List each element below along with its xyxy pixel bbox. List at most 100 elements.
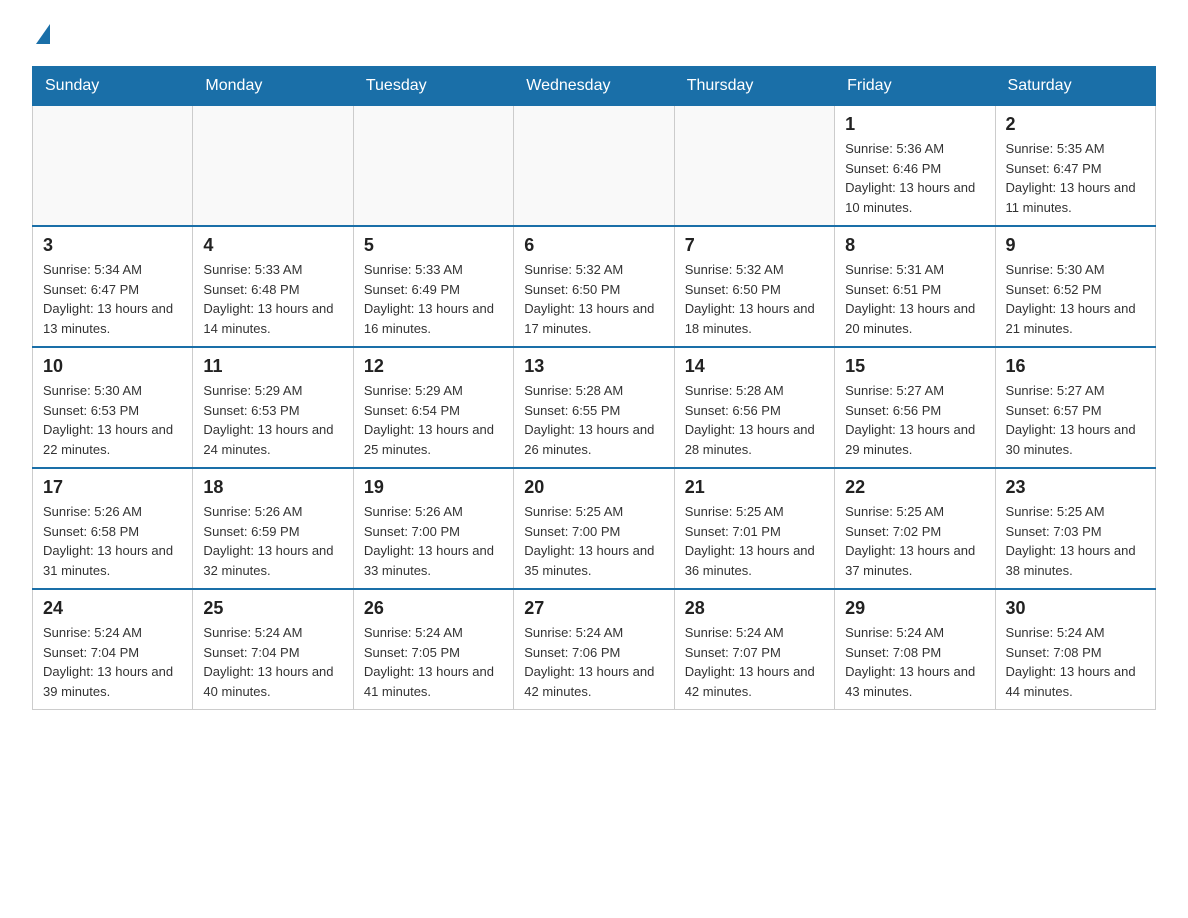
day-number: 14 xyxy=(685,356,824,377)
day-number: 16 xyxy=(1006,356,1145,377)
day-number: 12 xyxy=(364,356,503,377)
day-number: 7 xyxy=(685,235,824,256)
calendar-cell: 27 Sunrise: 5:24 AMSunset: 7:06 PMDayligh… xyxy=(514,589,674,710)
weekday-header-tuesday: Tuesday xyxy=(353,67,513,106)
day-number: 27 xyxy=(524,598,663,619)
day-info: Sunrise: 5:28 AMSunset: 6:56 PMDaylight:… xyxy=(685,381,824,459)
day-info: Sunrise: 5:25 AMSunset: 7:01 PMDaylight:… xyxy=(685,502,824,580)
calendar-cell: 9 Sunrise: 5:30 AMSunset: 6:52 PMDaylight… xyxy=(995,226,1155,347)
day-number: 26 xyxy=(364,598,503,619)
day-number: 9 xyxy=(1006,235,1145,256)
calendar-cell: 28 Sunrise: 5:24 AMSunset: 7:07 PMDayligh… xyxy=(674,589,834,710)
calendar-cell: 16 Sunrise: 5:27 AMSunset: 6:57 PMDayligh… xyxy=(995,347,1155,468)
day-info: Sunrise: 5:33 AMSunset: 6:49 PMDaylight:… xyxy=(364,260,503,338)
calendar-table: SundayMondayTuesdayWednesdayThursdayFrid… xyxy=(32,66,1156,710)
page-header xyxy=(32,24,1156,46)
calendar-cell xyxy=(353,106,513,227)
weekday-header-saturday: Saturday xyxy=(995,67,1155,106)
day-number: 6 xyxy=(524,235,663,256)
calendar-cell: 6 Sunrise: 5:32 AMSunset: 6:50 PMDaylight… xyxy=(514,226,674,347)
calendar-header-row: SundayMondayTuesdayWednesdayThursdayFrid… xyxy=(33,67,1156,106)
day-info: Sunrise: 5:32 AMSunset: 6:50 PMDaylight:… xyxy=(685,260,824,338)
day-info: Sunrise: 5:36 AMSunset: 6:46 PMDaylight:… xyxy=(845,139,984,217)
calendar-cell: 13 Sunrise: 5:28 AMSunset: 6:55 PMDayligh… xyxy=(514,347,674,468)
calendar-cell: 10 Sunrise: 5:30 AMSunset: 6:53 PMDayligh… xyxy=(33,347,193,468)
day-number: 17 xyxy=(43,477,182,498)
calendar-cell xyxy=(674,106,834,227)
calendar-cell xyxy=(193,106,353,227)
day-number: 10 xyxy=(43,356,182,377)
calendar-week-row: 17 Sunrise: 5:26 AMSunset: 6:58 PMDayligh… xyxy=(33,468,1156,589)
day-number: 3 xyxy=(43,235,182,256)
day-info: Sunrise: 5:24 AMSunset: 7:07 PMDaylight:… xyxy=(685,623,824,701)
calendar-cell: 8Sunrise: 5:31 AMSunset: 6:51 PMDaylight… xyxy=(835,226,995,347)
day-number: 18 xyxy=(203,477,342,498)
day-info: Sunrise: 5:30 AMSunset: 6:53 PMDaylight:… xyxy=(43,381,182,459)
day-info: Sunrise: 5:25 AMSunset: 7:02 PMDaylight:… xyxy=(845,502,984,580)
day-info: Sunrise: 5:27 AMSunset: 6:57 PMDaylight:… xyxy=(1006,381,1145,459)
day-info: Sunrise: 5:24 AMSunset: 7:08 PMDaylight:… xyxy=(845,623,984,701)
day-number: 11 xyxy=(203,356,342,377)
weekday-header-thursday: Thursday xyxy=(674,67,834,106)
day-info: Sunrise: 5:30 AMSunset: 6:52 PMDaylight:… xyxy=(1006,260,1145,338)
calendar-cell: 26 Sunrise: 5:24 AMSunset: 7:05 PMDayligh… xyxy=(353,589,513,710)
logo xyxy=(32,24,50,46)
calendar-cell: 14 Sunrise: 5:28 AMSunset: 6:56 PMDayligh… xyxy=(674,347,834,468)
day-number: 22 xyxy=(845,477,984,498)
day-info: Sunrise: 5:24 AMSunset: 7:04 PMDaylight:… xyxy=(203,623,342,701)
calendar-cell: 20 Sunrise: 5:25 AMSunset: 7:00 PMDayligh… xyxy=(514,468,674,589)
day-info: Sunrise: 5:29 AMSunset: 6:54 PMDaylight:… xyxy=(364,381,503,459)
day-info: Sunrise: 5:28 AMSunset: 6:55 PMDaylight:… xyxy=(524,381,663,459)
day-info: Sunrise: 5:27 AMSunset: 6:56 PMDaylight:… xyxy=(845,381,984,459)
calendar-cell: 18 Sunrise: 5:26 AMSunset: 6:59 PMDayligh… xyxy=(193,468,353,589)
calendar-cell xyxy=(514,106,674,227)
calendar-cell: 19 Sunrise: 5:26 AMSunset: 7:00 PMDayligh… xyxy=(353,468,513,589)
day-info: Sunrise: 5:25 AMSunset: 7:00 PMDaylight:… xyxy=(524,502,663,580)
calendar-week-row: 10 Sunrise: 5:30 AMSunset: 6:53 PMDayligh… xyxy=(33,347,1156,468)
day-info: Sunrise: 5:24 AMSunset: 7:04 PMDaylight:… xyxy=(43,623,182,701)
calendar-cell: 1Sunrise: 5:36 AMSunset: 6:46 PMDaylight… xyxy=(835,106,995,227)
calendar-cell: 22 Sunrise: 5:25 AMSunset: 7:02 PMDayligh… xyxy=(835,468,995,589)
day-info: Sunrise: 5:26 AMSunset: 6:58 PMDaylight:… xyxy=(43,502,182,580)
calendar-cell: 15 Sunrise: 5:27 AMSunset: 6:56 PMDayligh… xyxy=(835,347,995,468)
day-number: 5 xyxy=(364,235,503,256)
day-number: 23 xyxy=(1006,477,1145,498)
weekday-header-sunday: Sunday xyxy=(33,67,193,106)
day-info: Sunrise: 5:29 AMSunset: 6:53 PMDaylight:… xyxy=(203,381,342,459)
calendar-cell: 4 Sunrise: 5:33 AMSunset: 6:48 PMDaylight… xyxy=(193,226,353,347)
day-number: 13 xyxy=(524,356,663,377)
calendar-cell: 21Sunrise: 5:25 AMSunset: 7:01 PMDayligh… xyxy=(674,468,834,589)
day-info: Sunrise: 5:24 AMSunset: 7:06 PMDaylight:… xyxy=(524,623,663,701)
weekday-header-wednesday: Wednesday xyxy=(514,67,674,106)
day-info: Sunrise: 5:24 AMSunset: 7:05 PMDaylight:… xyxy=(364,623,503,701)
day-number: 28 xyxy=(685,598,824,619)
calendar-cell: 7 Sunrise: 5:32 AMSunset: 6:50 PMDaylight… xyxy=(674,226,834,347)
calendar-week-row: 1Sunrise: 5:36 AMSunset: 6:46 PMDaylight… xyxy=(33,106,1156,227)
day-info: Sunrise: 5:25 AMSunset: 7:03 PMDaylight:… xyxy=(1006,502,1145,580)
calendar-cell: 23 Sunrise: 5:25 AMSunset: 7:03 PMDayligh… xyxy=(995,468,1155,589)
calendar-week-row: 3 Sunrise: 5:34 AMSunset: 6:47 PMDaylight… xyxy=(33,226,1156,347)
day-number: 30 xyxy=(1006,598,1145,619)
logo-triangle-icon xyxy=(36,24,50,44)
calendar-cell: 11 Sunrise: 5:29 AMSunset: 6:53 PMDayligh… xyxy=(193,347,353,468)
calendar-cell: 2Sunrise: 5:35 AMSunset: 6:47 PMDaylight… xyxy=(995,106,1155,227)
calendar-cell xyxy=(33,106,193,227)
day-info: Sunrise: 5:32 AMSunset: 6:50 PMDaylight:… xyxy=(524,260,663,338)
day-number: 8 xyxy=(845,235,984,256)
day-number: 24 xyxy=(43,598,182,619)
day-info: Sunrise: 5:26 AMSunset: 6:59 PMDaylight:… xyxy=(203,502,342,580)
day-number: 29 xyxy=(845,598,984,619)
day-info: Sunrise: 5:34 AMSunset: 6:47 PMDaylight:… xyxy=(43,260,182,338)
day-number: 4 xyxy=(203,235,342,256)
day-info: Sunrise: 5:33 AMSunset: 6:48 PMDaylight:… xyxy=(203,260,342,338)
calendar-cell: 29 Sunrise: 5:24 AMSunset: 7:08 PMDayligh… xyxy=(835,589,995,710)
calendar-cell: 12 Sunrise: 5:29 AMSunset: 6:54 PMDayligh… xyxy=(353,347,513,468)
day-number: 20 xyxy=(524,477,663,498)
calendar-cell: 17 Sunrise: 5:26 AMSunset: 6:58 PMDayligh… xyxy=(33,468,193,589)
day-info: Sunrise: 5:35 AMSunset: 6:47 PMDaylight:… xyxy=(1006,139,1145,217)
calendar-cell: 25Sunrise: 5:24 AMSunset: 7:04 PMDayligh… xyxy=(193,589,353,710)
weekday-header-friday: Friday xyxy=(835,67,995,106)
day-number: 19 xyxy=(364,477,503,498)
day-number: 15 xyxy=(845,356,984,377)
day-info: Sunrise: 5:26 AMSunset: 7:00 PMDaylight:… xyxy=(364,502,503,580)
